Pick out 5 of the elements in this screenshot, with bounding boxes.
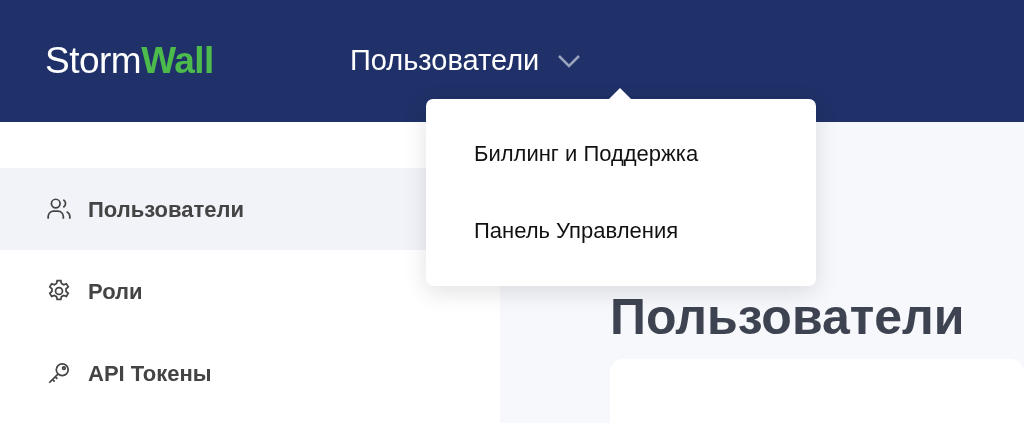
- nav-menu[interactable]: Пользователи: [350, 39, 582, 83]
- logo: StormWall: [45, 39, 215, 84]
- users-icon: [46, 196, 72, 222]
- key-icon: [46, 360, 72, 386]
- page-heading: Пользователи: [610, 290, 966, 345]
